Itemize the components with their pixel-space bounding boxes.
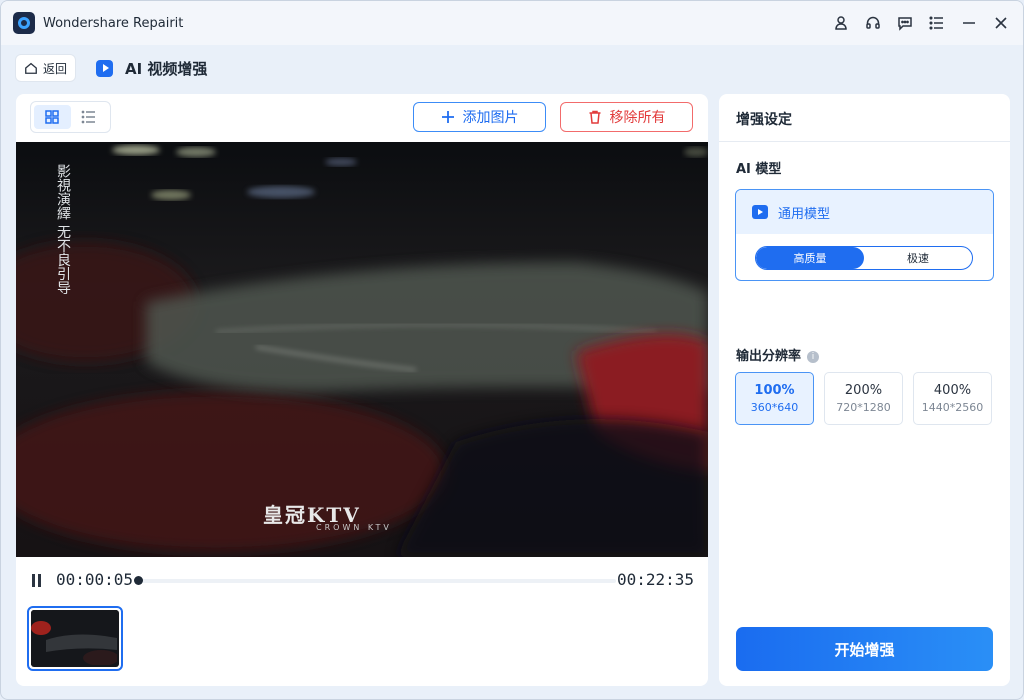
video-enhance-icon	[96, 59, 114, 77]
close-icon[interactable]	[985, 7, 1017, 39]
remove-all-button[interactable]: 移除所有	[560, 102, 693, 132]
resolution-percent: 200%	[844, 383, 883, 398]
thumbnail-image	[31, 610, 119, 666]
mode-fast[interactable]: 极速	[864, 247, 972, 269]
view-toggle	[30, 101, 111, 133]
page-title: AI 视频增强	[125, 59, 208, 78]
video-vertical-caption: 影視演繹 无不良引导	[55, 164, 71, 295]
list-view-button[interactable]	[71, 105, 108, 129]
resolution-dims: 360*640	[750, 401, 799, 414]
headset-icon[interactable]	[857, 7, 889, 39]
chat-icon[interactable]	[889, 7, 921, 39]
preview-panel: 添加图片 移除所有 影視演繹 无不良引导 皇冠KTV CROWN KTV 00:…	[16, 94, 708, 686]
total-time: 00:22:35	[616, 570, 694, 589]
app-window: Wondershare Repairit 返回 AI 视频增强 添加图片 移除所…	[0, 0, 1024, 700]
resolution-option-200[interactable]: 200% 720*1280	[824, 372, 903, 425]
resolution-dims: 1440*2560	[921, 401, 984, 414]
progress-bar[interactable]	[134, 576, 616, 585]
video-preview[interactable]: 影視演繹 无不良引导 皇冠KTV CROWN KTV	[16, 142, 708, 557]
list-icon	[81, 110, 95, 124]
video-thumbnail[interactable]	[27, 606, 123, 671]
window-controls	[825, 1, 1017, 45]
settings-title: 增强设定	[736, 112, 792, 128]
model-icon	[752, 205, 768, 219]
model-card[interactable]: 通用模型 高质量 极速	[735, 189, 994, 281]
video-frame	[16, 142, 708, 557]
settings-panel: 增强设定 AI 模型 通用模型 高质量 极速 输出分辨率 i 100% 360*6…	[719, 94, 1010, 686]
menu-icon[interactable]	[921, 7, 953, 39]
model-name: 通用模型	[778, 206, 831, 222]
mode-toggle: 高质量 极速	[755, 246, 973, 270]
trash-icon	[589, 110, 600, 124]
resolution-label: 输出分辨率	[736, 349, 802, 364]
page-header: 返回 AI 视频增强	[1, 49, 1023, 87]
plus-icon	[441, 111, 454, 123]
current-time: 00:00:05	[56, 570, 134, 589]
back-label: 返回	[43, 61, 68, 76]
home-icon	[25, 62, 37, 74]
app-title: Wondershare Repairit	[43, 15, 184, 31]
ai-model-label: AI 模型	[736, 162, 782, 177]
resolution-option-100[interactable]: 100% 360*640	[735, 372, 814, 425]
info-icon[interactable]: i	[807, 350, 820, 363]
add-image-button[interactable]: 添加图片	[413, 102, 546, 132]
back-button[interactable]: 返回	[15, 54, 77, 82]
resolution-options: 100% 360*640 200% 720*1280 400% 1440*256…	[735, 372, 992, 425]
resolution-heading: 输出分辨率 i	[736, 345, 820, 364]
user-icon[interactable]	[825, 7, 857, 39]
resolution-option-400[interactable]: 400% 1440*2560	[913, 372, 992, 425]
resolution-percent: 400%	[933, 383, 972, 398]
start-enhance-button[interactable]: 开始增强	[736, 627, 993, 671]
progress-knob[interactable]	[134, 576, 143, 585]
grid-view-button[interactable]	[34, 105, 71, 129]
remove-all-label: 移除所有	[609, 110, 666, 126]
video-logo-subtext: CROWN KTV	[316, 523, 392, 532]
resolution-percent: 100%	[754, 383, 795, 398]
minimize-icon[interactable]	[953, 7, 985, 39]
mode-high-quality[interactable]: 高质量	[756, 247, 864, 269]
divider	[719, 141, 1010, 142]
add-image-label: 添加图片	[462, 110, 519, 126]
grid-icon	[45, 110, 59, 124]
pause-icon[interactable]	[32, 570, 48, 590]
title-bar: Wondershare Repairit	[1, 1, 1023, 45]
player-controls: 00:00:05 00:22:35	[16, 566, 708, 596]
resolution-dims: 720*1280	[836, 401, 891, 414]
app-logo-icon	[13, 12, 35, 34]
